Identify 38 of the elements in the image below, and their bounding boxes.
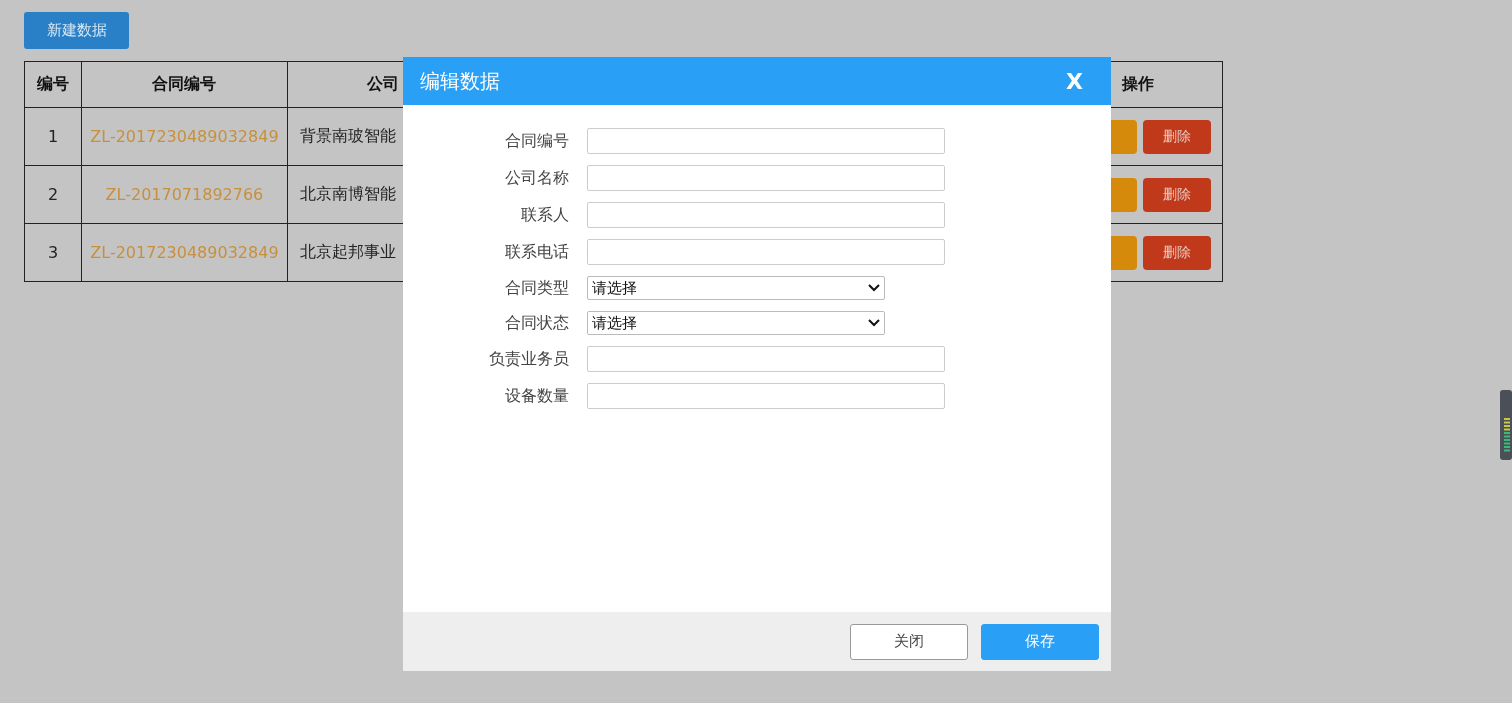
company-name: 背景南玻智能 bbox=[299, 126, 396, 145]
delete-button[interactable]: 删除 bbox=[1143, 119, 1211, 154]
close-button[interactable]: X bbox=[1060, 68, 1089, 94]
field-label: 联系人 bbox=[520, 204, 569, 226]
save-button[interactable]: 保存 bbox=[981, 623, 1099, 660]
field-label: 联系电话 bbox=[504, 241, 569, 263]
side-panel-handle-drawing[interactable] bbox=[1500, 390, 1512, 460]
field-label: 负责业务员 bbox=[488, 348, 569, 370]
field-label: 合同状态 bbox=[504, 312, 569, 334]
company-name: 北京起邦事业 bbox=[299, 242, 396, 261]
input-field[interactable] bbox=[587, 239, 945, 265]
field-label: 合同编号 bbox=[504, 130, 569, 152]
input-field[interactable] bbox=[587, 128, 945, 154]
row-number: 3 bbox=[47, 243, 59, 262]
edit-button[interactable] bbox=[1109, 177, 1137, 212]
field-label: 公司名称 bbox=[504, 167, 569, 189]
company-name: 北京南博智能 bbox=[299, 184, 396, 203]
input-field[interactable] bbox=[587, 346, 945, 372]
column-header: 合同编号 bbox=[81, 61, 288, 108]
field-label: 设备数量 bbox=[504, 385, 569, 407]
row-number: 2 bbox=[47, 185, 59, 204]
input-field[interactable] bbox=[587, 383, 945, 409]
select-field[interactable]: 请选择 bbox=[587, 311, 885, 335]
select-field[interactable]: 请选择 bbox=[587, 276, 885, 300]
input-field[interactable] bbox=[587, 165, 945, 191]
chevron-down-icon bbox=[868, 319, 880, 327]
input-field[interactable] bbox=[587, 202, 945, 228]
edit-button[interactable] bbox=[1109, 235, 1137, 270]
column-header: 编号 bbox=[24, 61, 82, 108]
delete-button[interactable]: 删除 bbox=[1143, 235, 1211, 270]
dialog-title: 编辑数据 bbox=[420, 67, 500, 95]
new-data-button[interactable]: 新建数据 bbox=[24, 12, 129, 49]
delete-button[interactable]: 删除 bbox=[1143, 177, 1211, 212]
field-label: 合同类型 bbox=[504, 277, 569, 299]
close-dialog-button[interactable]: 关闭 bbox=[850, 623, 968, 660]
edit-button[interactable] bbox=[1109, 119, 1137, 154]
chevron-down-icon bbox=[868, 284, 880, 292]
row-number: 1 bbox=[47, 127, 59, 146]
